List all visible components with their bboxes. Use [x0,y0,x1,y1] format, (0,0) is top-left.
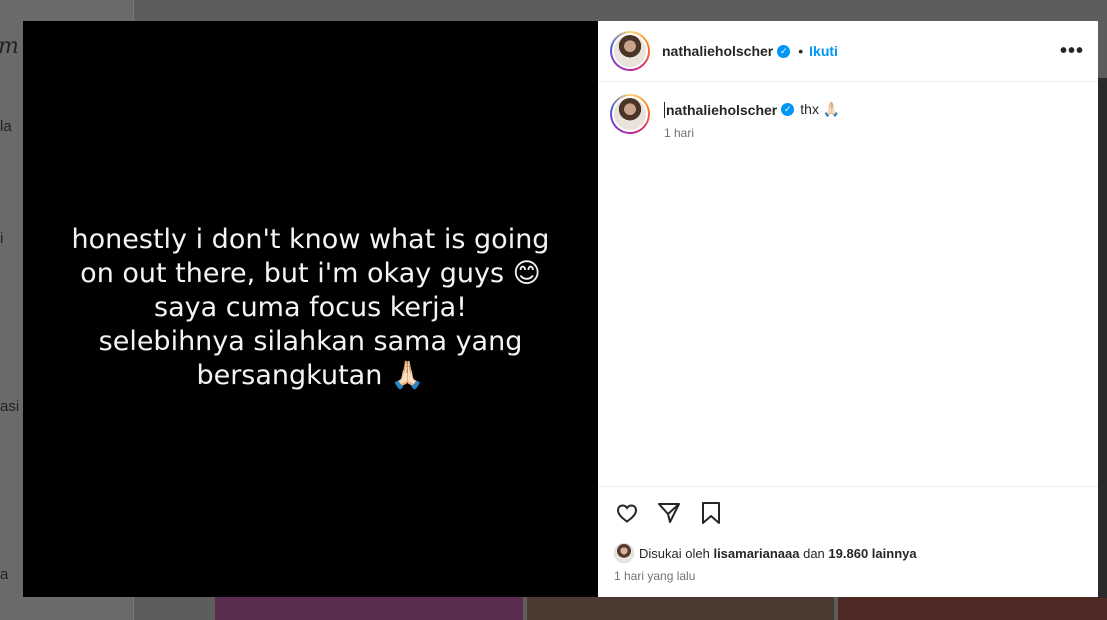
story-line: honestly i don't know what is going [71,224,550,255]
verified-badge-icon: ✓ [777,44,791,58]
likes-prefix: Disukai oleh [639,545,710,561]
background-nav-fragment: a [0,566,9,583]
liker-username[interactable]: lisamarianaaa [713,546,799,561]
background-thumbnail [527,597,834,620]
background-nav-fragment: la [0,118,12,135]
comment-item: nathalieholscher ✓ thx 🙏🏻 1 hari [610,94,1084,140]
liker-avatar[interactable] [614,543,634,563]
story-line: saya cuma focus kerja! [154,292,467,323]
comments-section: nathalieholscher ✓ thx 🙏🏻 1 hari [598,82,1098,486]
story-text: honestly i don't know what is going on o… [51,223,571,393]
background-logo-fragment: m [0,34,19,59]
send-icon[interactable] [656,500,682,526]
likes-summary: Disukai oleh lisamarianaaa dan 19.860 la… [598,538,1098,564]
post-actions [598,486,1098,538]
comment-username[interactable]: nathalieholscher [664,101,777,118]
bookmark-icon[interactable] [698,500,724,526]
likes-conjunction: dan [803,545,825,561]
verified-badge-icon: ✓ [781,103,795,116]
post-header: nathalieholscher ✓ • Ikuti ••• [598,21,1098,82]
background-thumbnail [215,597,523,620]
background-nav-fragment: asi [0,398,20,415]
separator-dot: • [798,43,804,59]
heart-icon[interactable] [614,500,640,526]
background-grid-edge [1097,78,1107,598]
story-line: bersangkutan 🙏🏻 [196,360,425,391]
more-options-icon[interactable]: ••• [1060,40,1084,63]
author-avatar[interactable] [610,31,650,71]
comment-time[interactable]: 1 hari [664,126,840,140]
follow-button[interactable]: Ikuti [809,43,838,59]
comment-text: thx 🙏🏻 [800,101,841,117]
post-media[interactable]: honestly i don't know what is going on o… [23,21,598,597]
post-timestamp[interactable]: 1 hari yang lalu [598,564,1098,597]
story-line: selebihnya silahkan sama yang [98,326,523,357]
author-username[interactable]: nathalieholscher [662,43,773,59]
comment-avatar[interactable] [610,94,650,134]
background-thumbnail [838,597,1107,620]
post-detail-panel: nathalieholscher ✓ • Ikuti ••• nathalieh… [598,21,1098,597]
background-nav-fragment: i [0,230,4,247]
story-line: on out there, but i'm okay guys 😊 [80,258,541,289]
likes-count[interactable]: 19.860 lainnya [828,546,916,561]
